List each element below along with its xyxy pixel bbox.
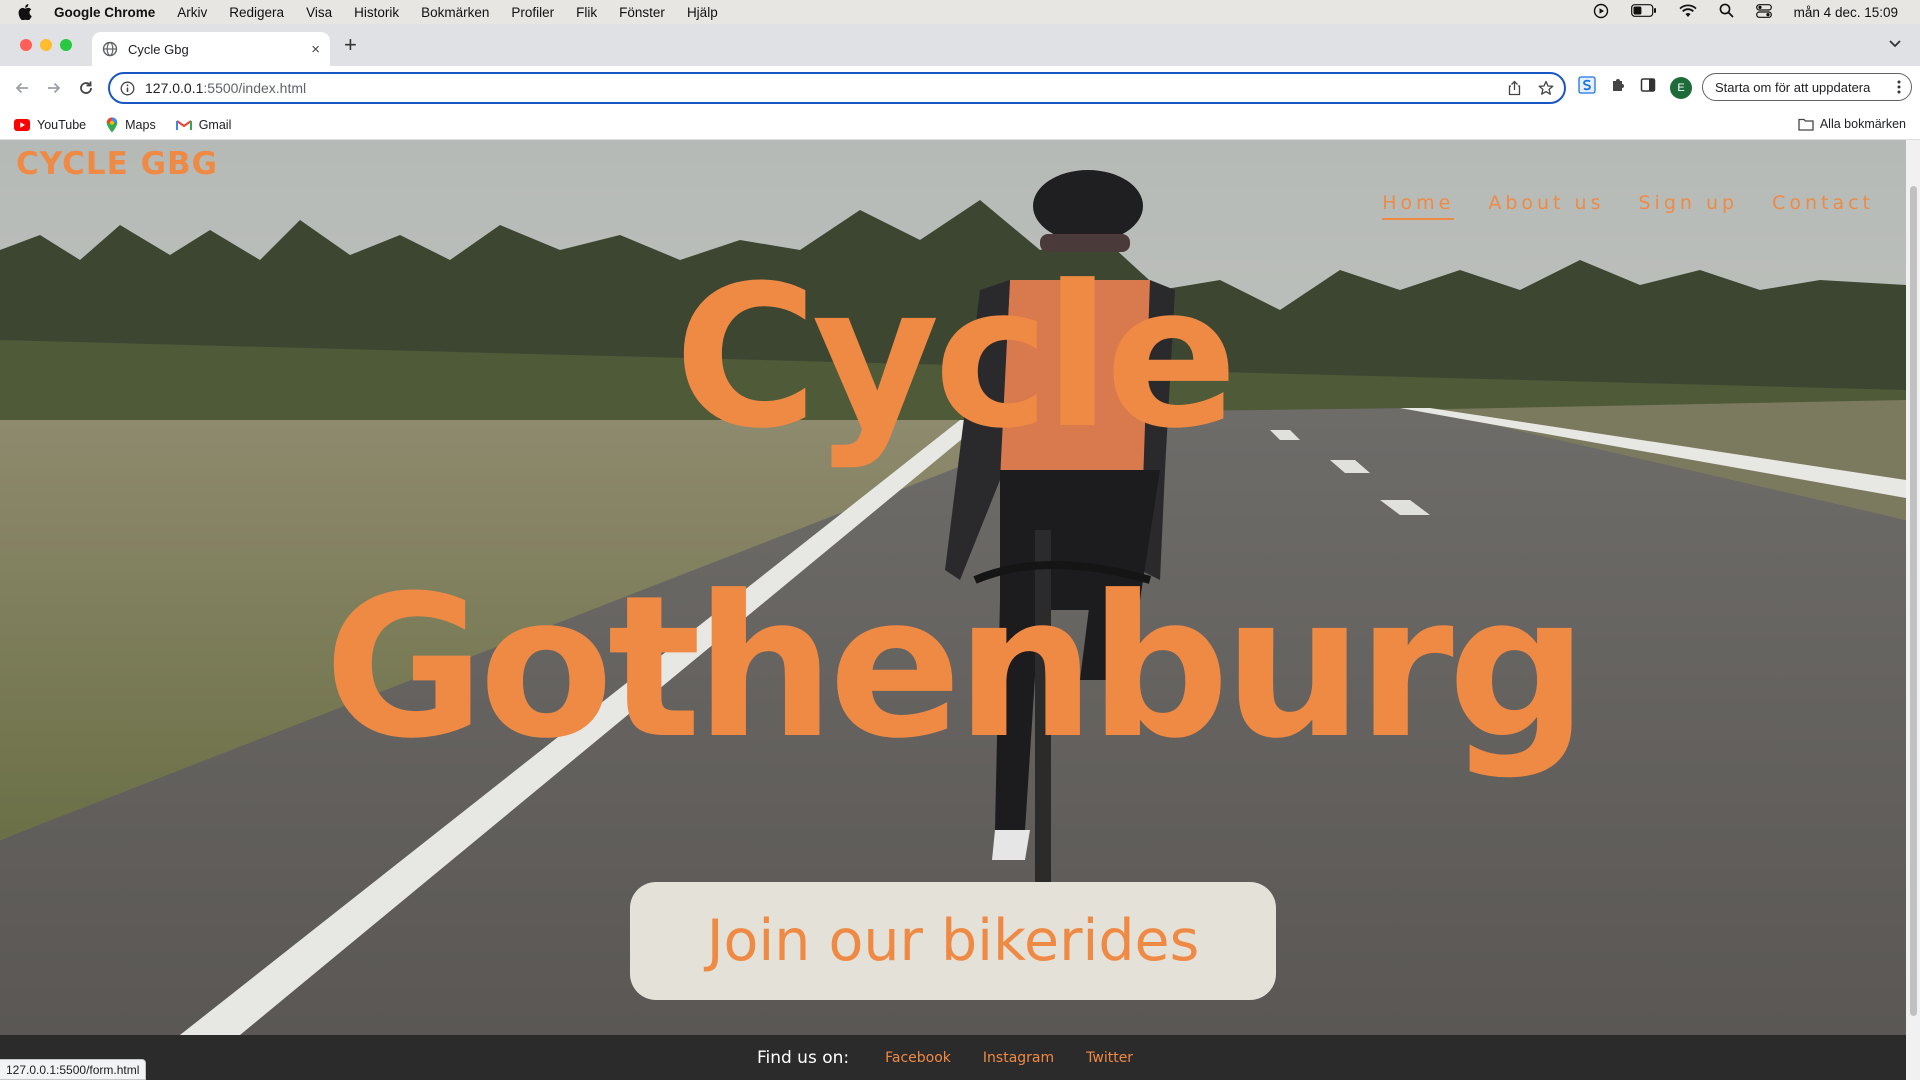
tab-close-icon[interactable]: × [311,41,320,58]
bookmark-maps[interactable]: Maps [106,117,156,133]
menu-bokmarken[interactable]: Bokmärken [421,5,489,20]
tab-search-chevron-icon[interactable] [1888,36,1902,54]
play-icon[interactable] [1593,3,1609,22]
page-scrollbar[interactable] [1906,140,1920,1080]
menu-historik[interactable]: Historik [354,5,399,20]
youtube-icon [14,118,30,131]
url-host: 127.0.0.1 [145,80,204,96]
browser-tab[interactable]: Cycle Gbg × [92,32,330,66]
menu-app-name[interactable]: Google Chrome [54,5,155,20]
menu-flik[interactable]: Flik [576,5,597,20]
bookmark-star-icon[interactable] [1538,80,1554,99]
bookmark-gmail-label: Gmail [198,117,232,132]
reload-icon[interactable] [78,80,94,96]
menu-visa[interactable]: Visa [306,5,332,20]
more-menu-icon[interactable] [1897,79,1901,98]
menu-redigera[interactable]: Redigera [229,5,284,20]
wifi-icon[interactable] [1679,4,1697,21]
update-restart-label: Starta om för att uppdatera [1715,79,1871,95]
maps-pin-icon [106,117,118,132]
all-bookmarks-label: Alla bokmärken [1819,117,1906,131]
browser-toolbar: 127.0.0.1:5500/index.html E Starta om fö… [0,66,1920,110]
spotlight-search-icon[interactable] [1719,3,1734,21]
nav-sign-up[interactable]: Sign up [1638,192,1738,220]
update-restart-button[interactable]: Starta om för att uppdatera [1702,73,1912,101]
join-bikerides-button[interactable]: Join our bikerides [630,882,1276,1000]
hero-headline-line2: Gothenburg [323,554,1588,782]
bookmark-youtube-label: YouTube [37,117,87,132]
page-viewport: CYCLE GBG Home About us Sign up Contact … [0,140,1920,1080]
address-bar[interactable]: 127.0.0.1:5500/index.html [108,72,1566,104]
nav-contact[interactable]: Contact [1772,192,1874,220]
nav-home[interactable]: Home [1382,192,1455,220]
hero-section: CYCLE GBG Home About us Sign up Contact … [0,140,1906,1035]
apple-logo-icon[interactable] [18,4,36,20]
bookmark-youtube[interactable]: YouTube [14,118,86,132]
control-center-icon[interactable] [1755,3,1772,21]
bookmarks-bar: YouTube Maps Gmail Alla bokmärken [0,110,1920,140]
site-logo[interactable]: CYCLE GBG [16,146,218,182]
profile-avatar[interactable]: E [1670,76,1692,99]
nav-about-us[interactable]: About us [1488,192,1604,220]
side-panel-icon[interactable] [1640,77,1656,98]
window-controls [20,39,72,51]
footer-twitter-link[interactable]: Twitter [1086,1050,1133,1066]
browser-tab-strip: Cycle Gbg × + [0,24,1920,66]
zoom-window-button[interactable] [60,39,72,51]
extensions-puzzle-icon[interactable] [1610,77,1626,98]
gmail-icon [175,119,192,130]
minimize-window-button[interactable] [40,39,52,51]
footer-instagram-link[interactable]: Instagram [983,1050,1054,1066]
folder-icon [1798,118,1814,131]
battery-icon[interactable] [1630,4,1657,20]
menu-profiler[interactable]: Profiler [511,5,554,20]
menubar-clock[interactable]: mån 4 dec. 15:09 [1794,5,1898,20]
macos-menu-bar: Google Chrome Arkiv Redigera Visa Histor… [0,0,1920,24]
scrollbar-thumb[interactable] [1910,186,1917,1016]
close-window-button[interactable] [20,39,32,51]
menu-fonster[interactable]: Fönster [619,5,665,20]
back-arrow-icon[interactable] [14,80,30,96]
extension-s-icon[interactable] [1578,76,1596,99]
forward-arrow-icon[interactable] [46,80,62,96]
site-info-icon[interactable] [120,81,135,96]
bookmark-gmail[interactable]: Gmail [175,117,232,132]
bookmark-maps-label: Maps [125,117,156,132]
main-nav: Home About us Sign up Contact [1382,192,1874,220]
share-icon[interactable] [1507,80,1522,99]
footer-find-us-label: Find us on: [756,1047,850,1068]
menu-hjalp[interactable]: Hjälp [687,5,718,20]
link-status-bubble: 127.0.0.1:5500/form.html [0,1059,147,1080]
hero-headline-line1: Cycle [674,244,1238,472]
menu-arkiv[interactable]: Arkiv [177,5,207,20]
footer-facebook-link[interactable]: Facebook [885,1050,951,1066]
url-path: :5500/index.html [203,80,307,96]
site-footer: Find us on: Facebook Instagram Twitter [0,1035,1906,1080]
all-bookmarks-button[interactable]: Alla bokmärken [1798,117,1906,131]
new-tab-button[interactable]: + [344,34,357,56]
tab-title: Cycle Gbg [128,41,189,57]
globe-icon [102,41,118,57]
